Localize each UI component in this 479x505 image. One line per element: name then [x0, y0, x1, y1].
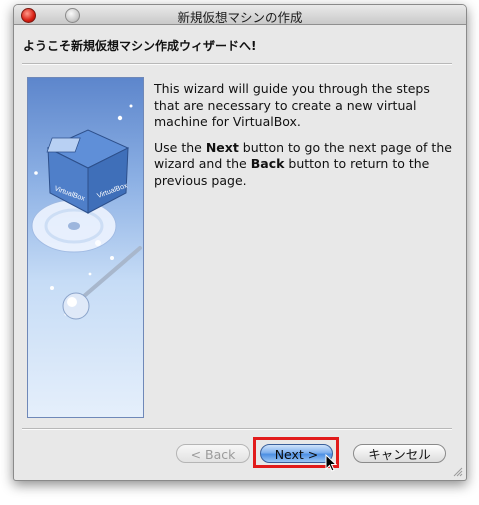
mouse-pointer-icon: [325, 454, 337, 472]
wizard-banner-image: VirtualBox VirtualBox: [27, 77, 144, 418]
bottom-divider: [22, 428, 452, 430]
back-button[interactable]: < Back: [176, 444, 250, 463]
wizard-window: 新規仮想マシンの作成 ようこそ新規仮想マシン作成ウィザードへ! VirtualB…: [13, 4, 467, 481]
intro-paragraph: This wizard will guide you through the s…: [154, 81, 430, 129]
top-divider: [22, 63, 452, 65]
virtualbox-logo-icon: VirtualBox VirtualBox: [31, 104, 142, 320]
title-bar[interactable]: 新規仮想マシンの作成: [14, 5, 466, 25]
cancel-button[interactable]: キャンセル: [353, 444, 446, 463]
wizard-body: This wizard will guide you through the s…: [154, 81, 459, 198]
resize-grip-icon[interactable]: [452, 466, 463, 477]
window-title: 新規仮想マシンの作成: [177, 10, 303, 25]
instructions-paragraph: Use the Next button to go the next page …: [154, 139, 452, 188]
wizard-heading: ようこそ新規仮想マシン作成ウィザードへ!: [23, 39, 257, 53]
next-button[interactable]: Next >: [260, 444, 333, 463]
